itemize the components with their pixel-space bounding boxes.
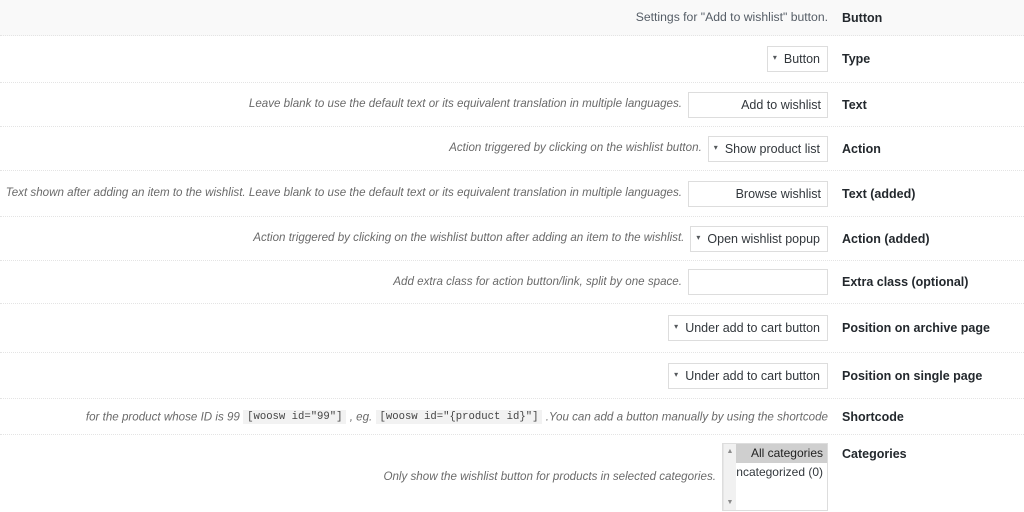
text-input[interactable] <box>688 91 828 118</box>
chevron-down-icon: ▾ <box>772 53 777 62</box>
header-description: .Settings for "Add to wishlist" button <box>635 9 828 24</box>
text-description: .Leave blank to use the default text or … <box>248 97 682 111</box>
action-added-select[interactable]: Open wishlist popup ▾ <box>690 225 828 252</box>
action-select[interactable]: Show product list ▾ <box>707 135 828 162</box>
label-text-added: Text (added) <box>842 186 916 201</box>
shortcode-desc-part1: .You can add a button manually by using … <box>545 410 828 423</box>
action-description: .Action triggered by clicking on the wis… <box>449 141 702 155</box>
row-shortcode: Shortcode for the product whose ID is 99… <box>0 399 1024 435</box>
label-categories: Categories <box>842 447 907 461</box>
header-field: .Settings for "Add to wishlist" button <box>0 9 828 26</box>
header-label: Button <box>842 10 883 25</box>
row-type: Type Button ▾ <box>0 36 1024 83</box>
extra-class-input[interactable] <box>688 269 828 295</box>
label-text: Text <box>842 97 867 112</box>
type-select-value: Button <box>783 52 820 66</box>
extra-class-description: .Add extra class for action button/link,… <box>393 274 682 288</box>
position-archive-select[interactable]: Under add to cart button ▾ <box>668 315 828 341</box>
control-slot-extra-class <box>688 269 828 295</box>
row-categories: Categories All categories (Uncategorized… <box>0 435 1024 512</box>
control-slot-categories: All categories (Uncategorized (0 ▲ ▼ <box>722 443 828 511</box>
scroll-down-icon[interactable]: ▼ <box>724 497 736 508</box>
control-slot-position-single: Under add to cart button ▾ <box>668 362 828 389</box>
category-option-all[interactable]: All categories <box>736 444 827 464</box>
label-extra-class: Extra class (optional) <box>842 275 969 289</box>
position-archive-select-value: Under add to cart button <box>685 321 820 335</box>
control-slot-action-added: Open wishlist popup ▾ <box>690 225 828 252</box>
row-action: Action Show product list ▾ .Action trigg… <box>0 127 1024 171</box>
label-shortcode: Shortcode <box>842 409 904 424</box>
shortcode-description: for the product whose ID is 99 [woosw id… <box>85 409 828 424</box>
categories-options: All categories (Uncategorized (0 <box>728 444 827 510</box>
field-action-added: Open wishlist popup ▾ .Action triggered … <box>0 225 828 252</box>
action-added-description: .Action triggered by clicking on the wis… <box>253 231 685 245</box>
control-slot-text <box>688 91 828 118</box>
action-added-select-value: Open wishlist popup <box>707 231 820 246</box>
field-action: Show product list ▾ .Action triggered by… <box>0 135 828 162</box>
chevron-down-icon: ▾ <box>674 369 679 379</box>
field-extra-class: .Add extra class for action button/link,… <box>0 269 828 295</box>
text-added-description: .Text shown after adding an item to the … <box>5 186 682 200</box>
field-position-single: Under add to cart button ▾ <box>0 362 828 389</box>
field-categories: All categories (Uncategorized (0 ▲ ▼ .On… <box>0 435 828 511</box>
label-action: Action <box>842 141 881 156</box>
shortcode-template-code: [woosw id="{product id}"] <box>375 409 543 424</box>
scroll-up-icon[interactable]: ▲ <box>724 446 736 457</box>
position-single-select-value: Under add to cart button <box>685 368 820 383</box>
row-position-single: Position on single page Under add to car… <box>0 353 1024 399</box>
text-added-input[interactable] <box>688 180 828 207</box>
settings-header-row: Button .Settings for "Add to wishlist" b… <box>0 0 1024 36</box>
control-slot-text-added <box>688 180 828 207</box>
label-type: Type <box>842 52 871 66</box>
chevron-down-icon: ▾ <box>713 142 718 152</box>
categories-description: .Only show the wishlist button for produ… <box>383 470 716 483</box>
field-text-added: .Text shown after adding an item to the … <box>0 180 828 207</box>
type-select[interactable]: Button ▾ <box>766 46 828 72</box>
row-text: Text .Leave blank to use the default tex… <box>0 83 1024 127</box>
row-action-added: Action (added) Open wishlist popup ▾ .Ac… <box>0 217 1024 261</box>
label-action-added: Action (added) <box>842 231 930 246</box>
control-slot-position-archive: Under add to cart button ▾ <box>668 315 828 341</box>
category-option-uncategorized[interactable]: (Uncategorized (0 <box>728 463 827 482</box>
field-shortcode: for the product whose ID is 99 [woosw id… <box>0 409 828 424</box>
categories-scrollbar[interactable]: ▲ ▼ <box>723 444 736 510</box>
row-text-added: Text (added) .Text shown after adding an… <box>0 171 1024 217</box>
action-select-value: Show product list <box>724 141 820 156</box>
field-position-archive: Under add to cart button ▾ <box>0 315 828 341</box>
row-position-archive: Position on archive page Under add to ca… <box>0 304 1024 353</box>
field-type: Button ▾ <box>0 46 828 72</box>
label-position-archive: Position on archive page <box>842 321 990 335</box>
shortcode-desc-part2: , eg. <box>349 410 373 423</box>
row-extra-class: Extra class (optional) .Add extra class … <box>0 261 1024 304</box>
shortcode-desc-part3: for the product whose ID is 99 <box>85 410 240 423</box>
shortcode-example-code: [woosw id="99"] <box>243 409 347 424</box>
position-single-select[interactable]: Under add to cart button ▾ <box>668 362 828 389</box>
control-slot-action: Show product list ▾ <box>707 135 828 162</box>
chevron-down-icon: ▾ <box>674 322 679 331</box>
control-slot-type: Button ▾ <box>766 46 828 72</box>
field-text: .Leave blank to use the default text or … <box>0 91 828 118</box>
chevron-down-icon: ▾ <box>696 232 701 242</box>
label-position-single: Position on single page <box>842 368 983 383</box>
categories-listbox[interactable]: All categories (Uncategorized (0 ▲ ▼ <box>722 443 828 511</box>
wishlist-button-settings-panel: Button .Settings for "Add to wishlist" b… <box>0 0 1024 512</box>
